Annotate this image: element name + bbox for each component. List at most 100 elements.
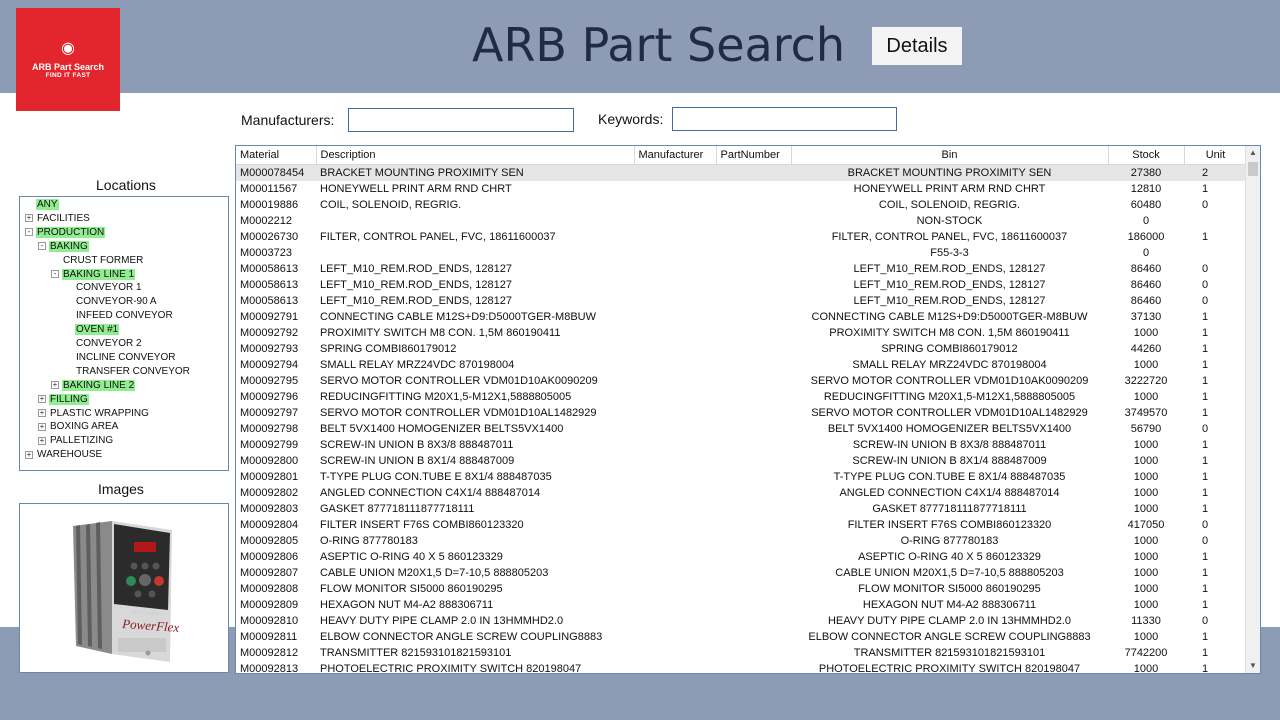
column-header[interactable]: PartNumber <box>716 146 792 165</box>
tree-node[interactable]: + PALLETIZING <box>38 434 114 448</box>
grid-scrollbar[interactable]: ▲ ▼ <box>1245 146 1260 673</box>
table-row[interactable]: M00092792 PROXIMITY SWITCH M8 CON. 1,5M 8… <box>236 325 1247 341</box>
table-cell: M0003723 <box>240 247 292 259</box>
expand-icon[interactable]: + <box>38 436 46 445</box>
table-cell: CONNECTING CABLE M12S+D9:D5000TGER-M8BUW <box>320 311 596 323</box>
expand-icon[interactable]: + <box>25 214 33 223</box>
tree-node[interactable]: + FILLING <box>38 393 89 407</box>
scroll-down-icon[interactable]: ▼ <box>1246 659 1260 673</box>
manufacturers-input[interactable] <box>348 108 574 132</box>
table-row[interactable]: M00092813 PHOTOELECTRIC PROXIMITY SWITCH … <box>236 661 1247 674</box>
table-row[interactable]: M00092795 SERVO MOTOR CONTROLLER VDM01D10… <box>236 373 1247 389</box>
table-cell <box>716 357 791 373</box>
table-row[interactable]: M00092799 SCREW-IN UNION B 8X3/8 88848701… <box>236 437 1247 453</box>
table-row[interactable]: M00092810 HEAVY DUTY PIPE CLAMP 2.0 IN 13… <box>236 613 1247 629</box>
tree-node[interactable]: - PRODUCTION <box>25 226 106 240</box>
table-row[interactable]: M00092808 FLOW MONITOR SI5000 860190295 FL… <box>236 581 1247 597</box>
tree-node[interactable]: - BAKING <box>38 240 89 254</box>
table-cell <box>716 453 791 469</box>
tree-node[interactable]: INCLINE CONVEYOR <box>75 351 176 365</box>
tree-node[interactable]: CONVEYOR 1 <box>75 281 143 295</box>
table-row[interactable]: M00092809 HEXAGON NUT M4-A2 888306711 HEXA… <box>236 597 1247 613</box>
parts-grid[interactable]: Material Description Manufacturer PartNumbe… <box>235 145 1261 674</box>
keywords-input[interactable] <box>672 107 897 131</box>
locations-tree[interactable]: ANY + FACILITIES - PRODUCTION - BAKING CRUST FO… <box>19 196 229 471</box>
tree-node[interactable]: CONVEYOR-90 A <box>75 295 158 309</box>
table-row[interactable]: M00092797 SERVO MOTOR CONTROLLER VDM01D10… <box>236 405 1247 421</box>
collapse-icon[interactable]: - <box>25 228 33 237</box>
tree-node[interactable]: ANY <box>36 198 59 212</box>
expand-icon[interactable]: + <box>25 450 33 459</box>
keywords-label: Keywords: <box>598 111 664 127</box>
table-row[interactable]: M00092801 T-TYPE PLUG CON.TUBE E 8X1/4 88… <box>236 469 1247 485</box>
table-cell: 1000 <box>1133 583 1159 595</box>
table-cell: M00092800 <box>240 455 299 467</box>
table-row[interactable]: M0002212 NON-STOCK 0 <box>236 213 1247 229</box>
column-header[interactable]: Stock <box>1108 146 1185 165</box>
table-row[interactable]: M00058613 LEFT_M10_REM.ROD_ENDS, 128127 LE… <box>236 261 1247 277</box>
column-header[interactable]: Bin <box>791 146 1109 165</box>
table-cell <box>634 645 716 661</box>
column-header[interactable]: Description <box>316 146 635 165</box>
expand-icon[interactable]: + <box>38 408 46 417</box>
table-cell: SERVO MOTOR CONTROLLER VDM01D10AK0090209 <box>320 375 598 387</box>
collapse-icon[interactable]: - <box>51 269 59 278</box>
collapse-icon[interactable]: - <box>38 242 46 251</box>
table-row[interactable]: M00092806 ASEPTIC O-RING 40 X 5 860123329… <box>236 549 1247 565</box>
table-row[interactable]: M000078454 BRACKET MOUNTING PROXIMITY SEN… <box>236 164 1247 181</box>
column-header[interactable]: Material <box>236 146 317 165</box>
table-cell: 1000 <box>1133 663 1159 674</box>
table-row[interactable]: M00092791 CONNECTING CABLE M12S+D9:D5000T… <box>236 309 1247 325</box>
tree-node[interactable]: + FACILITIES <box>25 212 91 226</box>
scroll-thumb[interactable] <box>1248 162 1258 176</box>
parts-table: Material Description Manufacturer PartNumbe… <box>236 146 1248 674</box>
tree-node[interactable]: CRUST FORMER <box>62 254 144 268</box>
table-cell <box>716 613 791 629</box>
table-row[interactable]: M0003723 F55-3-3 0 <box>236 245 1247 261</box>
table-cell <box>716 421 791 437</box>
table-row[interactable]: M00092811 ELBOW CONNECTOR ANGLE SCREW COU… <box>236 629 1247 645</box>
details-button[interactable]: Details <box>872 27 962 65</box>
expand-icon[interactable]: + <box>38 394 46 403</box>
scroll-up-icon[interactable]: ▲ <box>1246 146 1260 160</box>
column-header[interactable]: Manufacturer <box>634 146 717 165</box>
table-cell <box>716 405 791 421</box>
tree-node[interactable]: OVEN #1 <box>75 323 120 337</box>
table-cell: M00092813 <box>240 663 299 674</box>
expand-icon[interactable]: + <box>51 381 59 390</box>
column-header[interactable]: Unit <box>1184 146 1248 165</box>
table-row[interactable]: M00092793 SPRING COMBI860179012 SPRING COM… <box>236 341 1247 357</box>
table-cell: M00092798 <box>240 423 299 435</box>
table-row[interactable]: M00092794 SMALL RELAY MRZ24VDC 870198004 S… <box>236 357 1247 373</box>
table-row[interactable]: M00092803 GASKET 877718111877718111 GASKET… <box>236 501 1247 517</box>
table-row[interactable]: M00092812 TRANSMITTER 821593101821593101 T… <box>236 645 1247 661</box>
tree-node[interactable]: - BAKING LINE 1 <box>51 268 136 282</box>
table-row[interactable]: M00019886 COIL, SOLENOID, REGRIG. COIL, SO… <box>236 197 1247 213</box>
table-cell: LEFT_M10_REM.ROD_ENDS, 128127 <box>853 295 1046 307</box>
table-cell: 1 <box>1202 631 1209 643</box>
table-row[interactable]: M00092804 FILTER INSERT F76S COMBI8601233… <box>236 517 1247 533</box>
tree-node[interactable]: CONVEYOR 2 <box>75 337 143 351</box>
table-row[interactable]: M00058613 LEFT_M10_REM.ROD_ENDS, 128127 LE… <box>236 293 1247 309</box>
table-cell: 1 <box>1202 487 1209 499</box>
table-row[interactable]: M00092807 CABLE UNION M20X1,5 D=7-10,5 88… <box>236 565 1247 581</box>
tree-node[interactable]: + BAKING LINE 2 <box>51 379 136 393</box>
table-row[interactable]: M00092796 REDUCINGFITTING M20X1,5-M12X1,5… <box>236 389 1247 405</box>
tree-node[interactable]: INFEED CONVEYOR <box>75 309 174 323</box>
tree-node[interactable]: + PLASTIC WRAPPING <box>38 407 150 421</box>
table-row[interactable]: M00092798 BELT 5VX1400 HOMOGENIZER BELTS5… <box>236 421 1247 437</box>
tree-node[interactable]: + BOXING AREA <box>38 420 119 434</box>
table-cell: M00092802 <box>240 487 299 499</box>
table-cell: GASKET 877718111877718111 <box>872 503 1027 515</box>
table-row[interactable]: M00092800 SCREW-IN UNION B 8X1/4 88848700… <box>236 453 1247 469</box>
tree-node[interactable]: + WAREHOUSE <box>25 448 103 462</box>
table-row[interactable]: M00092802 ANGLED CONNECTION C4X1/4 888487… <box>236 485 1247 501</box>
table-cell: SMALL RELAY MRZ24VDC 870198004 <box>852 359 1047 371</box>
expand-icon[interactable]: + <box>38 422 46 431</box>
table-row[interactable]: M00011567 HONEYWELL PRINT ARM RND CHRT HON… <box>236 181 1247 197</box>
table-row[interactable]: M00058613 LEFT_M10_REM.ROD_ENDS, 128127 LE… <box>236 277 1247 293</box>
table-row[interactable]: M00026730 FILTER, CONTROL PANEL, FVC, 186… <box>236 229 1247 245</box>
table-row[interactable]: M00092805 O-RING 877780183 O-RING 87778018… <box>236 533 1247 549</box>
tree-node[interactable]: TRANSFER CONVEYOR <box>75 365 191 379</box>
table-cell: M00092791 <box>240 311 299 323</box>
